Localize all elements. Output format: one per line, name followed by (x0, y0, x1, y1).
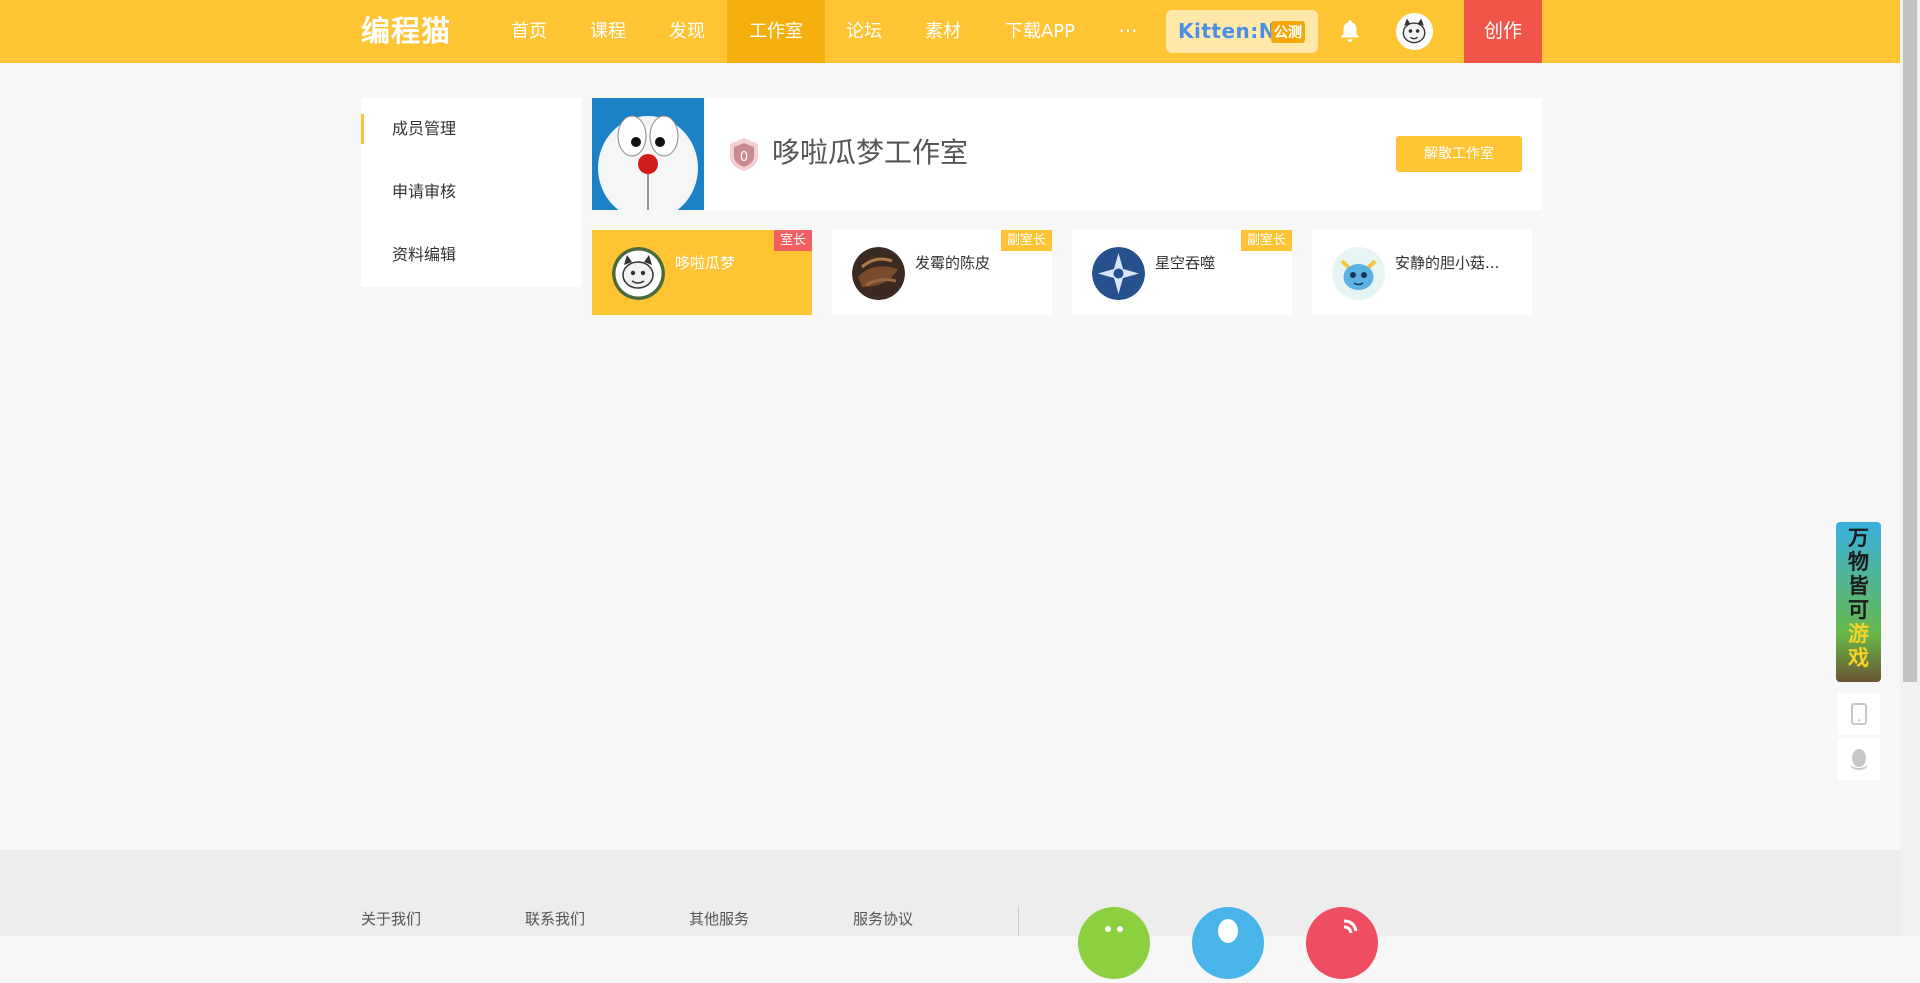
member-avatar (1092, 247, 1145, 300)
nav-item-download-app[interactable]: 下载APP (995, 0, 1085, 63)
weibo-icon (1343, 919, 1358, 934)
doraemon-cover-icon (592, 98, 704, 210)
phone-icon (1851, 703, 1867, 725)
notification-bell-icon[interactable] (1337, 18, 1363, 44)
member-name: 发霉的陈皮 (915, 254, 991, 272)
member-name: 哆啦瓜梦 (675, 254, 736, 272)
banner-char: 皆 (1848, 574, 1869, 598)
member-card[interactable]: 哆啦瓜梦 室长 (592, 230, 812, 315)
more-menu-icon[interactable]: ··· (1110, 0, 1146, 63)
member-card[interactable]: 安静的胆小菇... (1312, 230, 1532, 315)
footer-link-services[interactable]: 其他服务 (689, 908, 749, 929)
banner-char: 可 (1848, 598, 1869, 622)
qq-group-button[interactable] (1192, 907, 1264, 979)
qq-icon (1218, 919, 1238, 943)
qq-penguin-icon (1850, 749, 1868, 770)
nav-item-home[interactable]: 首页 (500, 0, 558, 63)
footer-link-agreement[interactable]: 服务协议 (853, 908, 913, 929)
footer-divider (1018, 906, 1019, 936)
member-card[interactable]: 发霉的陈皮 副室长 (832, 230, 1052, 315)
nav-item-courses[interactable]: 课程 (579, 0, 637, 63)
member-role-badge: 室长 (773, 230, 812, 251)
cat-avatar-icon (1398, 15, 1431, 48)
member-card[interactable]: 星空吞噬 副室长 (1072, 230, 1292, 315)
footer-link-about[interactable]: 关于我们 (361, 908, 421, 929)
wechat-icon (1105, 926, 1123, 932)
nav-item-forum[interactable]: 论坛 (835, 0, 893, 63)
kitten-n-tag: 公测 (1271, 21, 1305, 43)
studio-cover-image (592, 98, 704, 210)
dissolve-studio-button[interactable]: 解散工作室 (1396, 136, 1522, 172)
sidebar-item-member-management[interactable]: 成员管理 (361, 104, 581, 154)
sidebar: 成员管理 申请审核 资料编辑 (361, 98, 581, 287)
member-avatar (612, 247, 665, 300)
kitten-n-banner[interactable]: Kitten:N 公测 (1166, 10, 1318, 53)
studio-name: 哆啦瓜梦工作室 (772, 136, 969, 169)
top-nav: 编程猫 首页 课程 发现 工作室 论坛 素材 下载APP ··· Kitten:… (0, 0, 1900, 63)
member-role-badge: 副室长 (1000, 230, 1052, 251)
member-avatar (852, 247, 905, 300)
logo[interactable]: 编程猫 (361, 13, 451, 49)
banner-char: 万 (1848, 526, 1869, 550)
footer-link-contact[interactable]: 联系我们 (525, 908, 585, 929)
banner-char: 戏 (1848, 646, 1869, 670)
dried-peel-avatar-icon (852, 247, 905, 300)
nav-item-studio[interactable]: 工作室 (727, 0, 825, 63)
user-avatar[interactable] (1396, 13, 1433, 50)
member-name: 星空吞噬 (1155, 254, 1216, 272)
nav-item-materials[interactable]: 素材 (914, 0, 972, 63)
weibo-button[interactable] (1306, 907, 1378, 979)
kitten-n-text: Kitten:N (1178, 19, 1277, 43)
member-avatar (1332, 247, 1385, 300)
banner-char: 游 (1848, 622, 1869, 646)
member-name: 安静的胆小菇... (1395, 254, 1500, 272)
wechat-button[interactable] (1078, 907, 1150, 979)
footer (0, 850, 1900, 936)
star-avatar-icon (1092, 247, 1145, 300)
sidebar-item-profile-edit[interactable]: 资料编辑 (361, 230, 581, 280)
mobile-app-button[interactable] (1838, 693, 1880, 735)
scrollbar-thumb[interactable] (1903, 0, 1917, 682)
nav-item-discover[interactable]: 发现 (658, 0, 716, 63)
blue-creature-avatar-icon (1332, 247, 1385, 300)
everything-game-banner[interactable]: 万 物 皆 可 游 戏 (1836, 522, 1881, 682)
banner-char: 物 (1848, 550, 1869, 574)
studio-level-badge-icon: 0 (730, 138, 758, 171)
qq-button[interactable] (1838, 738, 1880, 780)
create-button[interactable]: 创作 (1464, 0, 1542, 63)
studio-level: 0 (740, 150, 748, 165)
sidebar-item-application-review[interactable]: 申请审核 (361, 167, 581, 217)
studio-header: 0 哆啦瓜梦工作室 解散工作室 (592, 98, 1542, 210)
cat-avatar-icon (612, 247, 665, 300)
member-role-badge: 副室长 (1240, 230, 1292, 251)
